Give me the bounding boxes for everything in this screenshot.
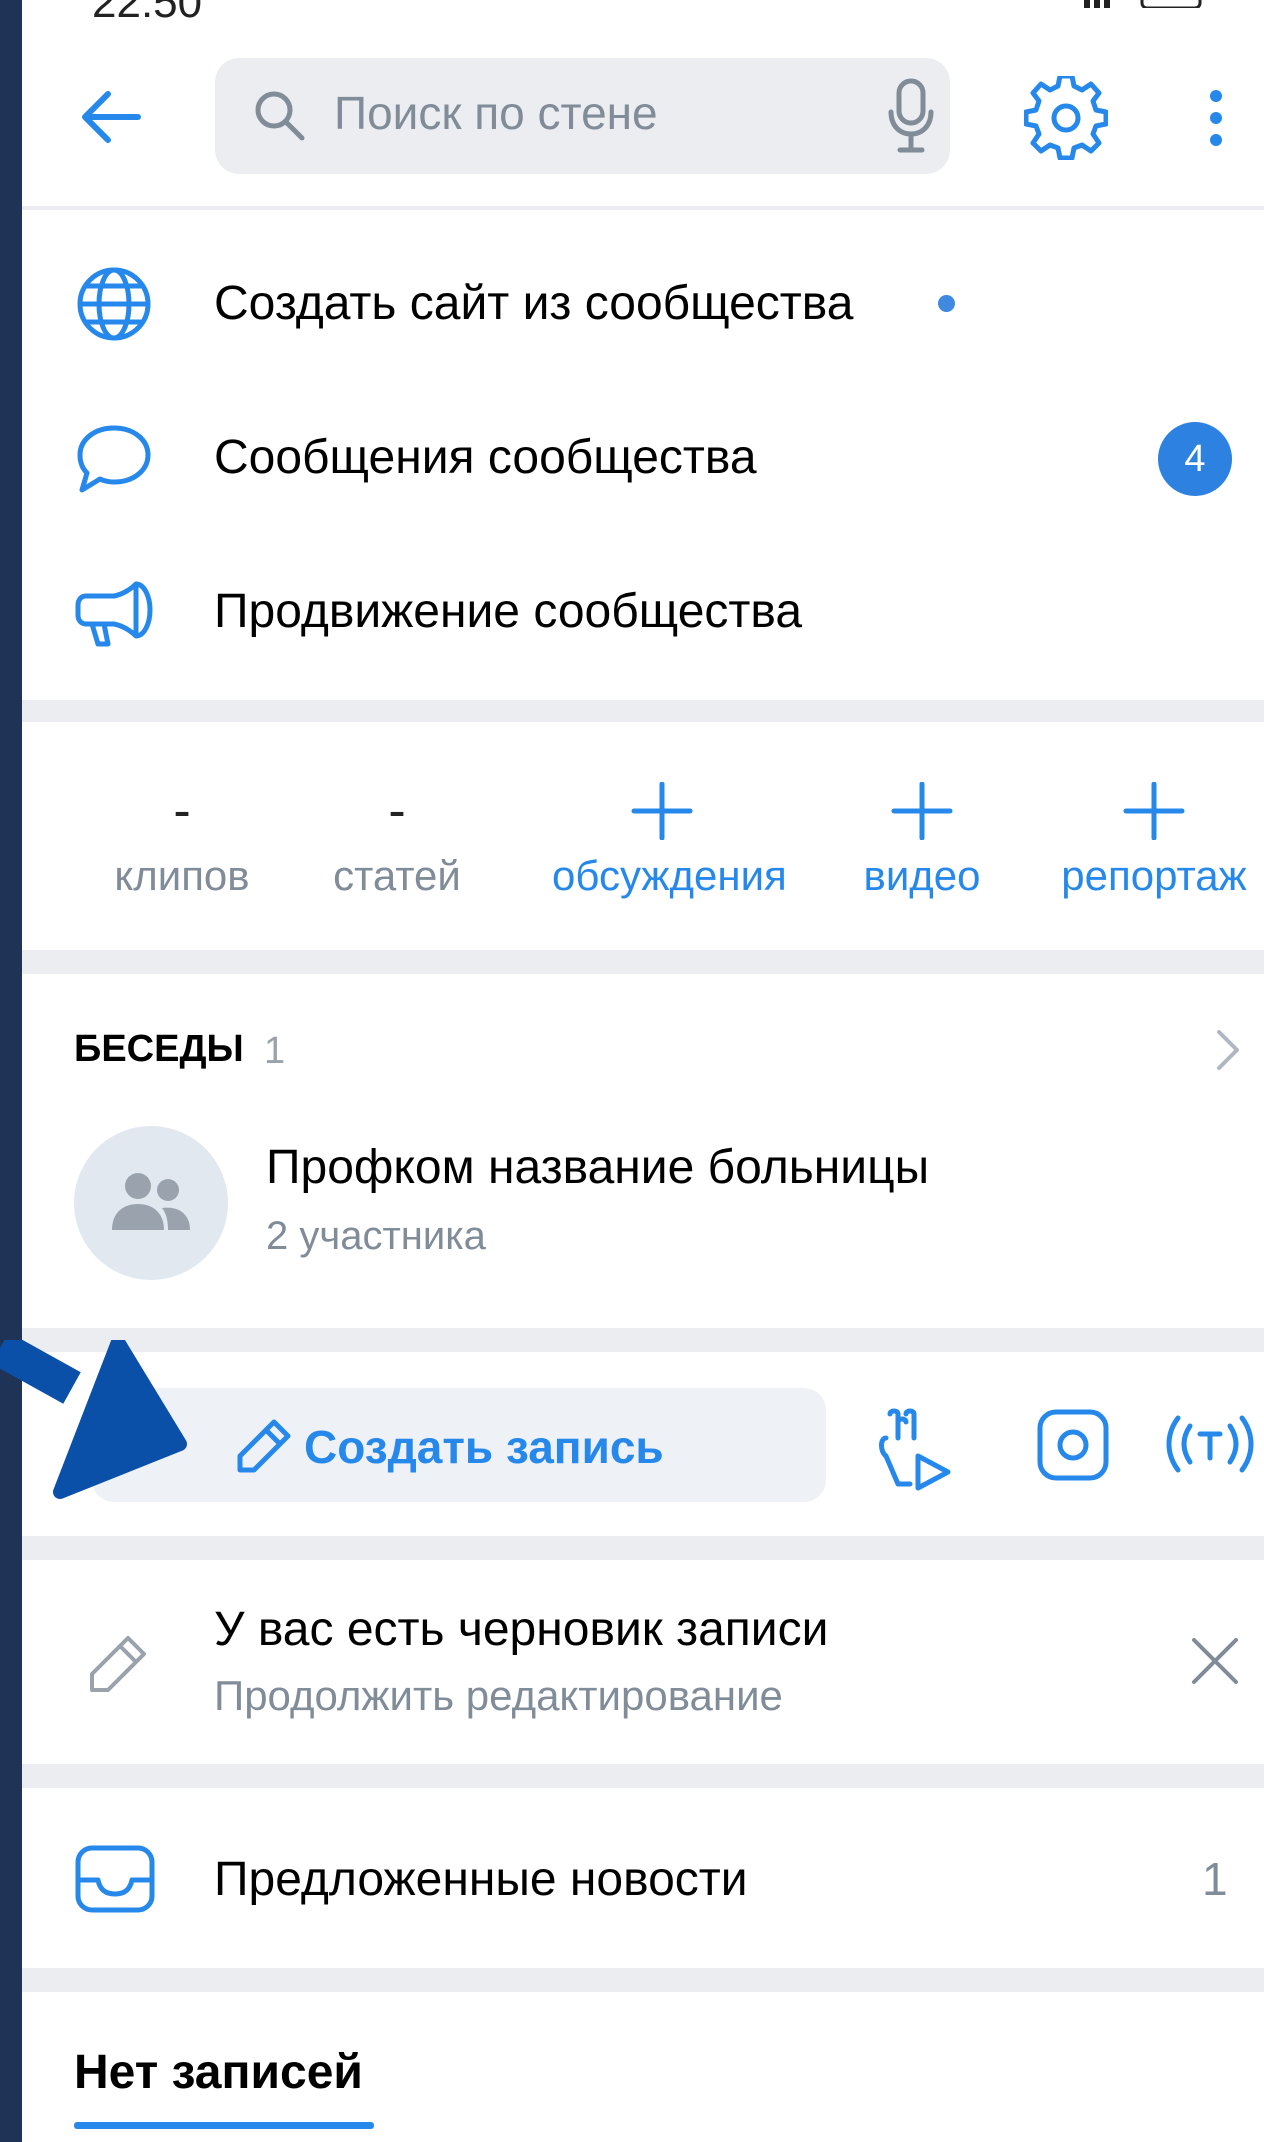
megaphone-icon bbox=[75, 581, 153, 647]
counter-articles[interactable]: - статей bbox=[287, 782, 507, 900]
pencil-icon bbox=[237, 1419, 291, 1473]
close-icon[interactable] bbox=[1190, 1636, 1240, 1686]
top-bar: 22:50 Поиск по стене bbox=[22, 0, 1264, 206]
unread-count-badge: 4 bbox=[1158, 422, 1232, 496]
add-report-button[interactable]: репортаж bbox=[1044, 782, 1264, 900]
continue-editing-link[interactable]: Продолжить редактирование bbox=[214, 1672, 783, 1720]
counter-label: статей bbox=[333, 852, 461, 899]
annotation-arrow-icon bbox=[0, 1340, 187, 1499]
suggested-news-count: 1 bbox=[1202, 1853, 1228, 1905]
menu-item-label: Сообщения сообщества bbox=[214, 431, 757, 484]
tab-no-posts[interactable]: Нет записей bbox=[74, 2045, 363, 2100]
live-broadcast-icon[interactable] bbox=[1162, 1412, 1258, 1476]
active-tab-indicator bbox=[74, 2122, 374, 2129]
microphone-icon[interactable] bbox=[888, 78, 934, 154]
counter-label: видео bbox=[863, 852, 981, 899]
signal-battery-icon bbox=[1084, 0, 1202, 8]
clip-icon[interactable] bbox=[876, 1408, 956, 1492]
conversation-avatar bbox=[74, 1126, 228, 1280]
new-indicator-dot bbox=[938, 295, 955, 312]
conversation-title: Профком название больницы bbox=[266, 1141, 930, 1194]
plus-icon bbox=[1123, 782, 1185, 840]
globe-icon bbox=[77, 267, 151, 341]
conversations-count: 1 bbox=[264, 1030, 286, 1072]
pencil-draft-icon bbox=[90, 1636, 146, 1692]
draft-title: У вас есть черновик записи bbox=[214, 1603, 829, 1656]
counter-label: обсуждения bbox=[552, 852, 787, 899]
chat-bubble-icon bbox=[77, 425, 151, 493]
counter-value: - bbox=[388, 782, 406, 840]
group-users-icon bbox=[112, 1173, 190, 1230]
phone-screen: 22:50 Поиск по стене Создать сайт из соо… bbox=[22, 0, 1264, 2142]
conversation-members: 2 участника bbox=[266, 1214, 486, 1258]
add-discussion-button[interactable]: обсуждения bbox=[552, 782, 787, 900]
search-placeholder: Поиск по стене bbox=[334, 87, 658, 139]
menu-item-label: Продвижение сообщества bbox=[214, 585, 803, 638]
suggested-news-label: Предложенные новости bbox=[214, 1853, 748, 1906]
more-vertical-icon[interactable] bbox=[1206, 88, 1226, 148]
menu-item-label: Создать сайт из сообщества bbox=[214, 277, 854, 330]
plus-icon bbox=[891, 782, 953, 840]
draft-section[interactable] bbox=[22, 1560, 1264, 1764]
create-post-label: Создать запись bbox=[304, 1421, 664, 1473]
conversations-header: БЕСЕДЫ bbox=[74, 1028, 244, 1070]
back-arrow-icon[interactable] bbox=[80, 90, 142, 144]
search-icon bbox=[255, 91, 305, 141]
status-time: 22:50 bbox=[92, 0, 203, 27]
counter-label: клипов bbox=[114, 852, 250, 899]
chevron-right-icon[interactable] bbox=[1214, 1028, 1242, 1072]
camera-icon[interactable] bbox=[1036, 1408, 1110, 1482]
counter-value: - bbox=[173, 782, 191, 840]
plus-icon bbox=[631, 782, 693, 840]
inbox-tray-icon bbox=[75, 1845, 155, 1913]
add-video-button[interactable]: видео bbox=[812, 782, 1032, 900]
counter-label: репортаж bbox=[1061, 852, 1247, 899]
counter-clips[interactable]: - клипов bbox=[72, 782, 292, 900]
settings-gear-icon[interactable] bbox=[1024, 76, 1108, 160]
